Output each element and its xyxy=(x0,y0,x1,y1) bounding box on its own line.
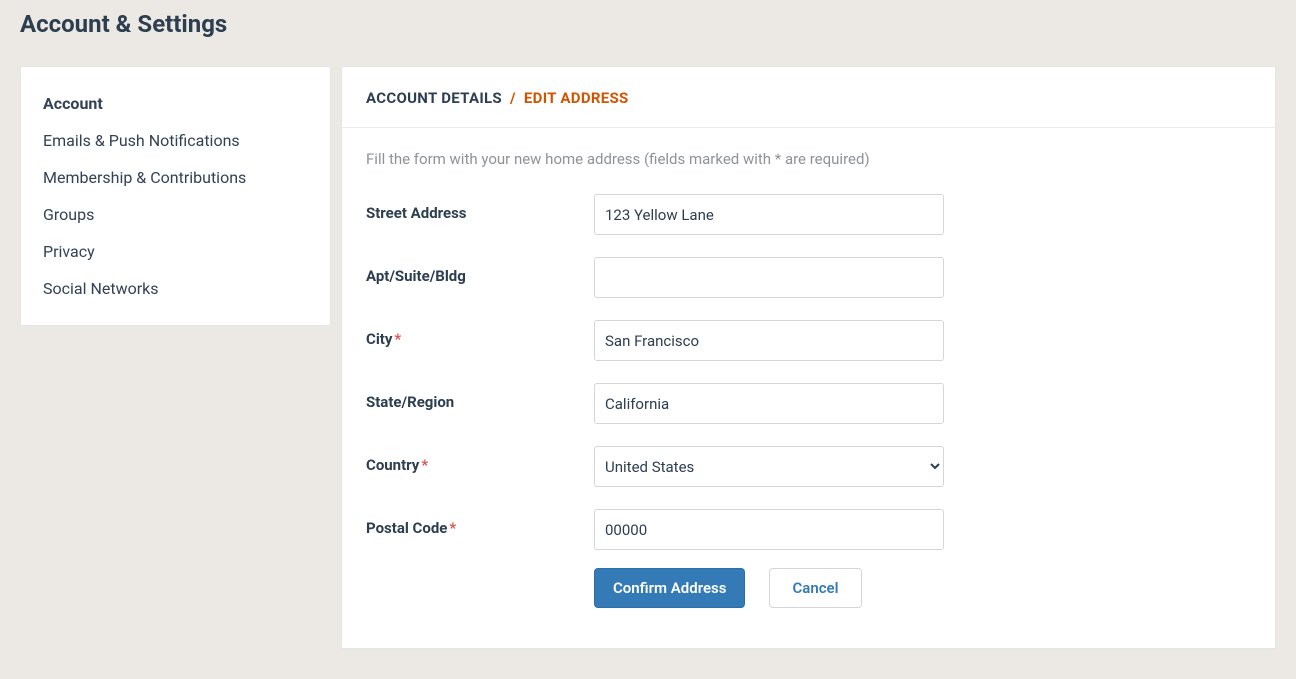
postal-label: Postal Code* xyxy=(366,509,594,537)
sidebar-item-emails[interactable]: Emails & Push Notifications xyxy=(21,122,330,159)
sidebar-item-privacy[interactable]: Privacy xyxy=(21,233,330,270)
form-help-text: Fill the form with your new home address… xyxy=(366,150,1251,168)
state-input[interactable] xyxy=(594,383,944,424)
sidebar-item-social[interactable]: Social Networks xyxy=(21,270,330,307)
breadcrumb-separator: / xyxy=(510,89,516,107)
postal-input[interactable] xyxy=(594,509,944,550)
country-label: Country* xyxy=(366,446,594,474)
sidebar-item-membership[interactable]: Membership & Contributions xyxy=(21,159,330,196)
city-label: City* xyxy=(366,320,594,348)
cancel-button[interactable]: Cancel xyxy=(769,568,861,608)
breadcrumb: Account Details / Edit Address xyxy=(342,67,1275,128)
apt-input[interactable] xyxy=(594,257,944,298)
breadcrumb-current: Edit Address xyxy=(524,89,629,107)
confirm-address-button[interactable]: Confirm Address xyxy=(594,568,745,608)
sidebar-item-groups[interactable]: Groups xyxy=(21,196,330,233)
page-title: Account & Settings xyxy=(20,10,1276,38)
settings-sidebar: Account Emails & Push Notifications Memb… xyxy=(20,66,331,326)
required-marker: * xyxy=(421,456,428,474)
breadcrumb-parent: Account Details xyxy=(366,89,502,107)
main-panel: Account Details / Edit Address Fill the … xyxy=(341,66,1276,649)
city-input[interactable] xyxy=(594,320,944,361)
apt-label: Apt/Suite/Bldg xyxy=(366,257,594,285)
required-marker: * xyxy=(449,519,456,537)
street-label: Street Address xyxy=(366,194,594,222)
street-input[interactable] xyxy=(594,194,944,235)
required-marker: * xyxy=(394,330,401,348)
country-select[interactable]: United States xyxy=(594,446,944,487)
sidebar-item-account[interactable]: Account xyxy=(21,85,330,122)
state-label: State/Region xyxy=(366,383,594,411)
